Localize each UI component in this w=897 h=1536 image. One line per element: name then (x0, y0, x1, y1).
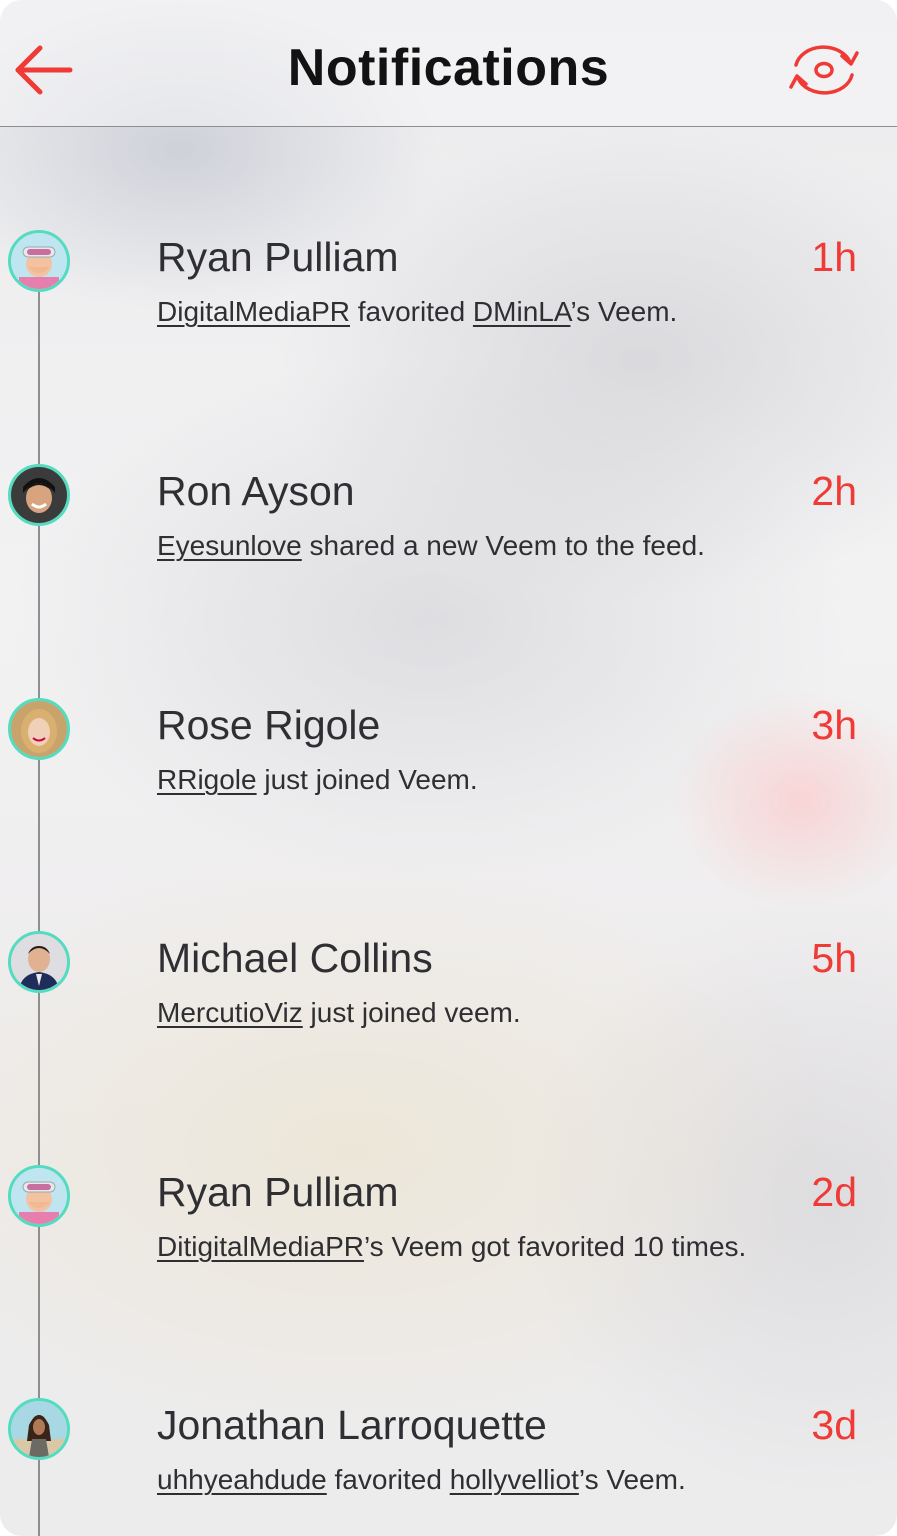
username-link[interactable]: RRigole (157, 764, 257, 795)
notification-time: 3h (811, 702, 857, 748)
notification-message: DigitalMediaPR favorited DMinLA’s Veem. (157, 296, 677, 328)
message-text: ’s Veem. (570, 296, 678, 327)
message-text: just joined veem. (302, 997, 521, 1028)
username-link[interactable]: DitigitalMediaPR (157, 1231, 364, 1262)
notification-user-name[interactable]: Ron Ayson (157, 468, 355, 515)
notification-user-name[interactable]: Rose Rigole (157, 702, 380, 749)
notification-message: Eyesunlove shared a new Veem to the feed… (157, 530, 705, 562)
avatar[interactable] (8, 230, 70, 292)
notification-list: Ryan Pulliam 1h DigitalMediaPR favorited… (0, 0, 897, 1536)
notification-item[interactable]: Ryan Pulliam 2d DitigitalMediaPR’s Veem … (0, 1165, 897, 1315)
message-text: ’s Veem. (578, 1464, 686, 1495)
notification-item[interactable]: Ryan Pulliam 1h DigitalMediaPR favorited… (0, 230, 897, 380)
notification-item[interactable]: Ron Ayson 2h Eyesunlove shared a new Vee… (0, 464, 897, 614)
notification-user-name[interactable]: Jonathan Larroquette (157, 1402, 547, 1449)
notification-item[interactable]: Jonathan Larroquette 3d uhhyeahdude favo… (0, 1398, 897, 1536)
notification-message: DitigitalMediaPR’s Veem got favorited 10… (157, 1231, 746, 1263)
notification-user-name[interactable]: Ryan Pulliam (157, 1169, 399, 1216)
message-text: favorited (349, 296, 473, 327)
notification-time: 3d (811, 1402, 857, 1448)
avatar[interactable] (8, 931, 70, 993)
message-text: shared a new Veem to the feed. (301, 530, 705, 561)
username-link[interactable]: MercutioViz (157, 997, 303, 1028)
username-link[interactable]: hollyvelliot (450, 1464, 579, 1495)
notification-item[interactable]: Rose Rigole 3h RRigole just joined Veem. (0, 698, 897, 848)
notification-item[interactable]: Michael Collins 5h MercutioViz just join… (0, 931, 897, 1081)
notification-message: uhhyeahdude favorited hollyvelliot’s Vee… (157, 1464, 686, 1496)
username-link[interactable]: DigitalMediaPR (157, 296, 350, 327)
message-text: favorited (326, 1464, 450, 1495)
message-text: just joined Veem. (256, 764, 478, 795)
notification-message: RRigole just joined Veem. (157, 764, 478, 796)
message-text: ’s Veem got favorited 10 times. (363, 1231, 747, 1262)
avatar[interactable] (8, 698, 70, 760)
avatar[interactable] (8, 1398, 70, 1460)
notification-time: 2h (811, 468, 857, 514)
username-link[interactable]: DMinLA (473, 296, 571, 327)
username-link[interactable]: uhhyeahdude (157, 1464, 327, 1495)
notification-time: 2d (811, 1169, 857, 1215)
notifications-screen: Notifications Ryan Pulliam 1h DigitalMed… (0, 0, 897, 1536)
avatar[interactable] (8, 464, 70, 526)
username-link[interactable]: Eyesunlove (157, 530, 302, 561)
avatar[interactable] (8, 1165, 70, 1227)
notification-time: 1h (811, 234, 857, 280)
notification-time: 5h (811, 935, 857, 981)
notification-user-name[interactable]: Ryan Pulliam (157, 234, 399, 281)
notification-message: MercutioViz just joined veem. (157, 997, 521, 1029)
notification-user-name[interactable]: Michael Collins (157, 935, 433, 982)
